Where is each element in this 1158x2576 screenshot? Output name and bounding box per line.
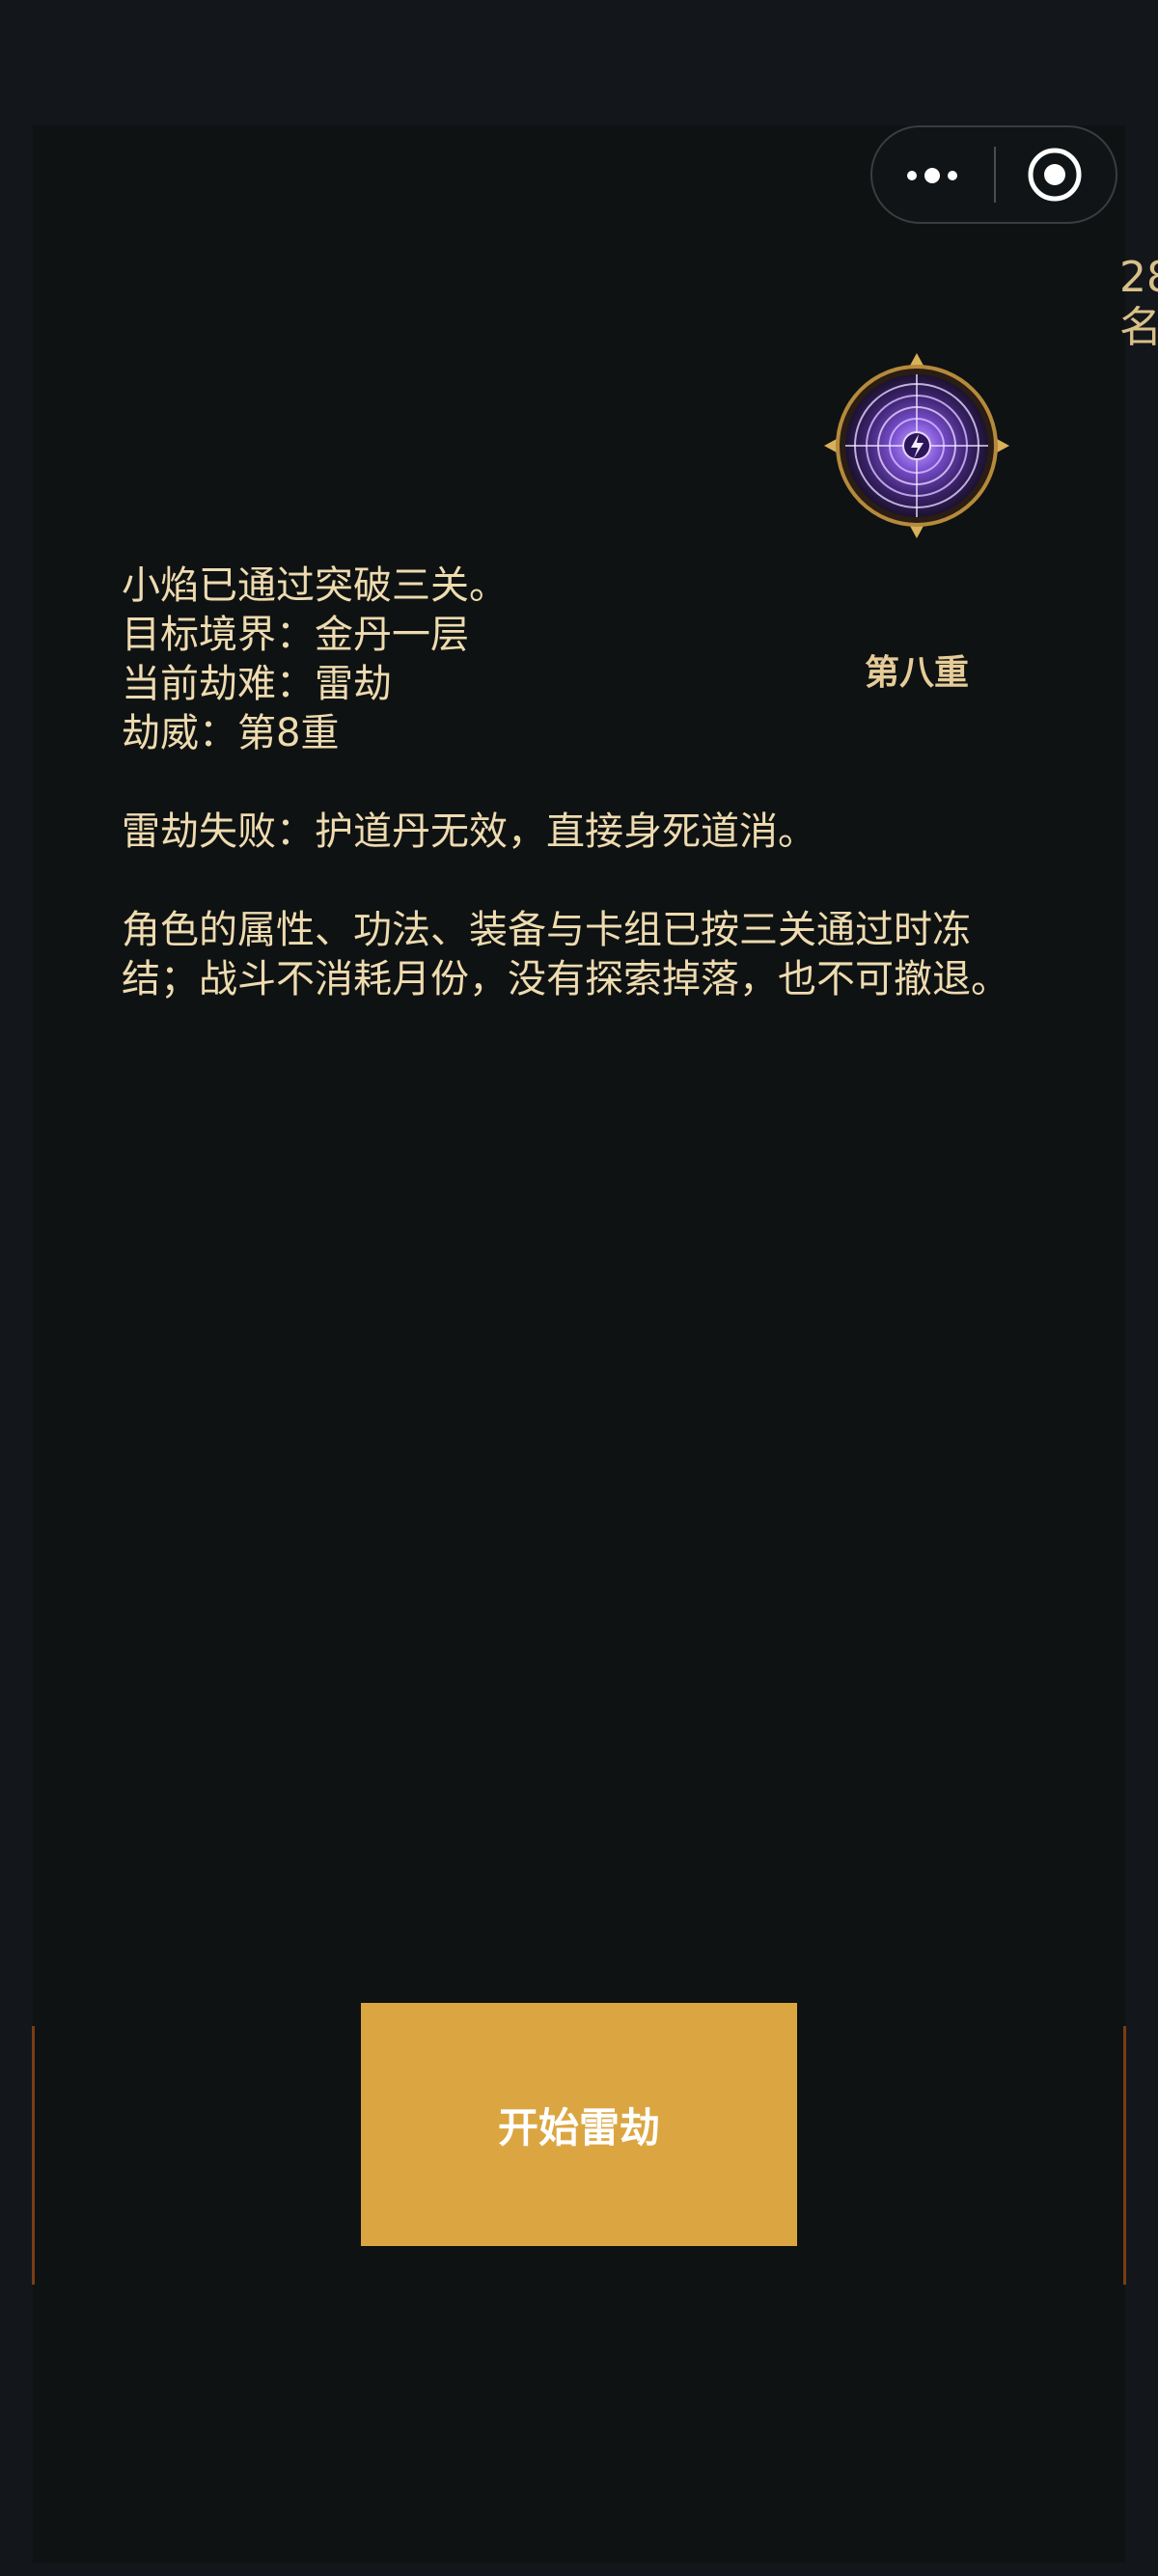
info-line-target-realm: 目标境界：金丹一层 <box>122 613 469 657</box>
page: 28 名 <box>0 0 1158 2576</box>
freeze-note-text: 角色的属性、功法、装备与卡组已按三关通过时冻结；战斗不消耗月份，没有探索掉落，也… <box>122 908 1009 1001</box>
edge-text-cut-off: 28 名 <box>1119 253 1158 359</box>
capsule-divider <box>994 147 996 203</box>
right-edge-accent <box>1123 2026 1126 2285</box>
failure-text: 雷劫失败：护道丹无效，直接身死道消。 <box>122 809 816 854</box>
edge-text-line-1: 28 <box>1119 253 1158 302</box>
info-line-tribulation-power: 劫威：第8重 <box>122 711 340 755</box>
mini-program-capsule <box>870 125 1117 224</box>
edge-text-line-2: 名 <box>1119 303 1158 352</box>
target-circle-icon[interactable] <box>1027 147 1083 203</box>
left-edge-accent <box>32 2026 35 2285</box>
purple-lightning-seal-icon <box>820 349 1013 542</box>
start-tribulation-button[interactable]: 开始雷劫 <box>361 2003 797 2246</box>
tribulation-info: 小焰已通过突破三关。 目标境界：金丹一层 当前劫难：雷劫 劫威：第8重 雷劫失败… <box>122 562 1029 1004</box>
more-dots-icon[interactable] <box>872 127 992 222</box>
info-line-passed: 小焰已通过突破三关。 <box>122 563 508 608</box>
info-line-current-tribulation: 当前劫难：雷劫 <box>122 662 392 706</box>
